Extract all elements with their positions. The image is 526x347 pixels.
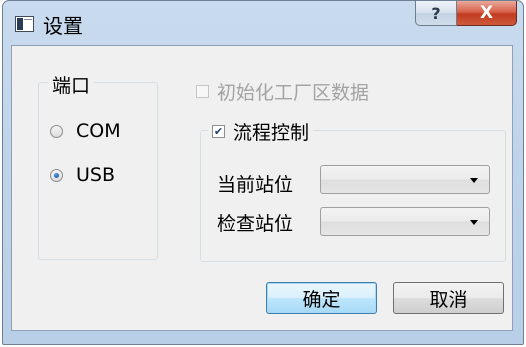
init-factory-label: 初始化工厂区数据 (217, 82, 370, 104)
check-station-label: 检查站位 (217, 213, 294, 235)
check-station-select[interactable] (320, 207, 490, 236)
close-icon: X (479, 3, 494, 23)
settings-dialog: 设置 ? X 端口 COM USB 初始化工厂区数据 ✔ 流程控制 当前站位 检… (2, 0, 524, 345)
flow-control-checkbox-box[interactable]: ✔ (212, 125, 225, 138)
chevron-down-icon (470, 178, 478, 183)
radio-usb-label: USB (76, 164, 116, 186)
close-button[interactable]: X (457, 1, 517, 26)
ok-button[interactable]: 确定 (266, 282, 377, 314)
chevron-down-icon (470, 220, 478, 225)
init-factory-checkbox[interactable]: 初始化工厂区数据 (196, 78, 369, 105)
current-station-select[interactable] (320, 165, 490, 194)
flow-control-checkbox[interactable]: ✔ 流程控制 (208, 118, 314, 145)
dialog-client-area: 端口 COM USB 初始化工厂区数据 ✔ 流程控制 当前站位 检查站位 确定 … (11, 45, 513, 331)
flow-control-label: 流程控制 (233, 122, 310, 144)
window-title: 设置 (43, 14, 83, 38)
window-app-icon (15, 16, 34, 32)
caption-buttons: ? X (415, 1, 517, 27)
radio-com[interactable]: COM (50, 120, 121, 142)
help-button[interactable]: ? (415, 1, 457, 26)
current-station-label: 当前站位 (217, 174, 294, 196)
radio-com-indicator[interactable] (50, 124, 63, 138)
radio-usb-indicator[interactable] (50, 168, 63, 182)
title-bar[interactable]: 设置 ? X (3, 1, 523, 43)
init-factory-checkbox-box[interactable] (196, 85, 209, 98)
port-group-title: 端口 (48, 71, 95, 98)
cancel-button[interactable]: 取消 (393, 282, 504, 314)
radio-com-label: COM (76, 120, 121, 142)
help-icon: ? (431, 3, 441, 23)
radio-usb[interactable]: USB (50, 164, 115, 186)
